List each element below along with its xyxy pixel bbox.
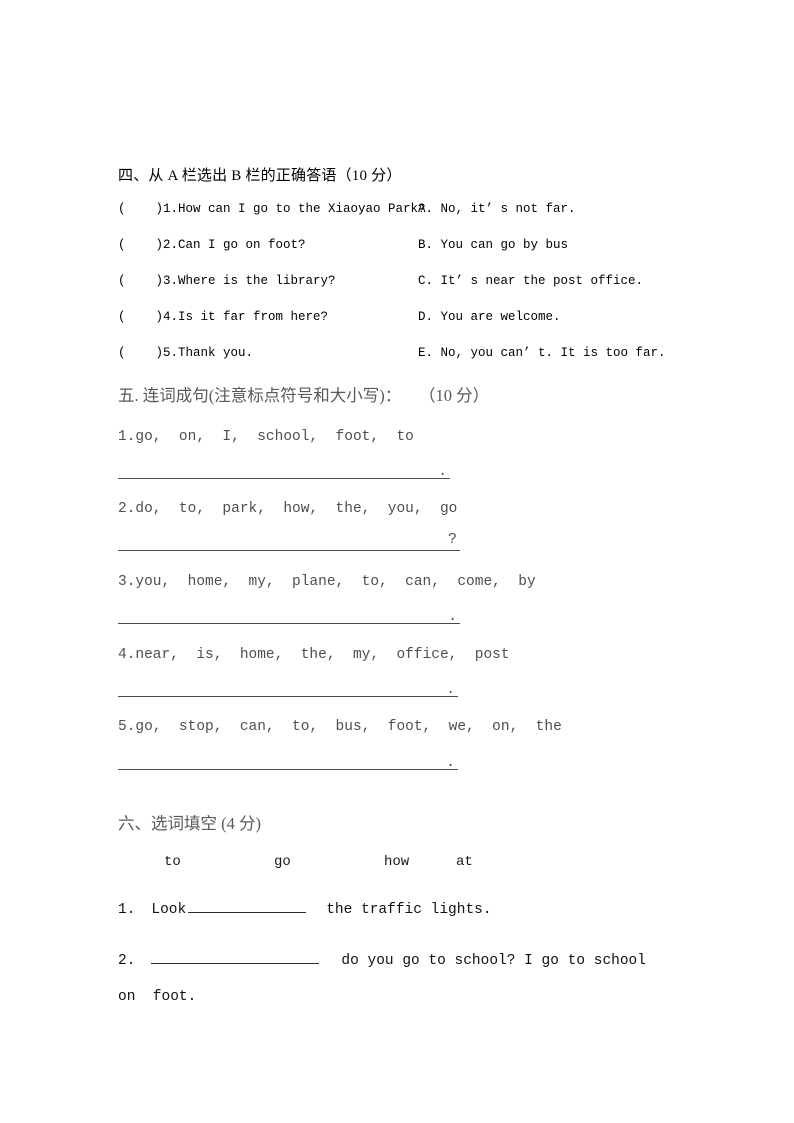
- matching-row: ( )1.How can I go to the Xiaoyao Park?A.…: [118, 198, 576, 220]
- matching-question: ( )3.Where is the library?: [118, 274, 336, 288]
- matching-question: ( )5.Thank you.: [118, 346, 254, 360]
- end-punctuation: .: [438, 464, 447, 480]
- matching-row: ( )2.Can I go on foot? B. You can go by b…: [118, 234, 568, 256]
- matching-answer: E. No, you can’ t. It is too far.: [418, 346, 666, 360]
- question-text-after: do you go to school? I go to school: [341, 953, 646, 969]
- matching-row: ( )3.Where is the library? C. It’ s near …: [118, 270, 643, 292]
- matching-answer: A. No, it’ s not far.: [418, 202, 576, 216]
- section-4-heading: 四、从 A 栏选出 B 栏的正确答语（10 分）: [118, 168, 402, 184]
- matching-question: ( )4.Is it far from here?: [118, 310, 329, 324]
- matching-answer: B. You can go by bus: [418, 238, 569, 252]
- scramble-words: 2.do, to, park, how, the, you, go: [118, 501, 458, 517]
- matching-question: ( )2.Can I go on foot?: [118, 238, 306, 252]
- worksheet-page: 四、从 A 栏选出 B 栏的正确答语（10 分） ( )1.How can I …: [0, 0, 794, 1123]
- scramble-words: 5.go, stop, can, to, bus, foot, we, on, …: [118, 719, 562, 735]
- question-2-continuation: on foot.: [118, 989, 197, 1005]
- matching-answer: C. It’ s near the post office.: [418, 274, 644, 288]
- section-6-heading: 六、选词填空 (4 分): [118, 814, 261, 833]
- section-5-heading: 五. 连词成句(注意标点符号和大小写)： （10 分）: [118, 385, 489, 407]
- matching-question: ( )1.How can I go to the Xiaoyao Park?: [118, 202, 426, 216]
- scramble-words: 1.go, on, I, school, foot, to: [118, 429, 414, 445]
- end-punctuation: .: [448, 609, 457, 625]
- scramble-words: 4.near, is, home, the, my, office, post: [118, 647, 510, 663]
- matching-row: ( )5.Thank you. E. No, you can’ t. It is …: [118, 342, 666, 364]
- fill-blank-question-2: 2. do you go to school? I go to school: [118, 946, 646, 973]
- end-punctuation: .: [446, 682, 455, 698]
- section-5-points: （10 分）: [427, 386, 490, 405]
- matching-answer: D. You are welcome.: [418, 310, 561, 324]
- word-bank: to go how at: [118, 850, 516, 874]
- question-number: 2.: [118, 953, 136, 969]
- section-5-title: 五. 连词成句(注意标点符号和大小写)：: [118, 386, 402, 405]
- scramble-words: 3.you, home, my, plane, to, can, come, b…: [118, 574, 536, 590]
- word-bank-option[interactable]: how: [384, 850, 456, 874]
- question-number: 1.: [118, 902, 136, 918]
- question-text-before: Look: [151, 902, 187, 918]
- matching-row: ( )4.Is it far from here? D. You are welc…: [118, 306, 561, 328]
- answer-blank-line[interactable]: .: [118, 603, 460, 625]
- question-text-after: the traffic lights.: [326, 902, 492, 918]
- answer-blank-line[interactable]: .: [118, 749, 458, 771]
- fill-blank-question-1: 1. Look the traffic lights.: [118, 895, 492, 922]
- word-bank-option[interactable]: at: [456, 850, 516, 874]
- answer-blank-line[interactable]: .: [118, 458, 450, 480]
- answer-blank-line[interactable]: .: [118, 676, 458, 698]
- end-punctuation: ?: [447, 531, 457, 548]
- fill-in-blank[interactable]: [188, 895, 307, 913]
- word-bank-option[interactable]: to: [164, 850, 274, 874]
- answer-blank-line[interactable]: ?: [118, 530, 460, 551]
- end-punctuation: .: [446, 755, 455, 771]
- fill-in-blank[interactable]: [151, 946, 320, 964]
- word-bank-option[interactable]: go: [274, 850, 384, 874]
